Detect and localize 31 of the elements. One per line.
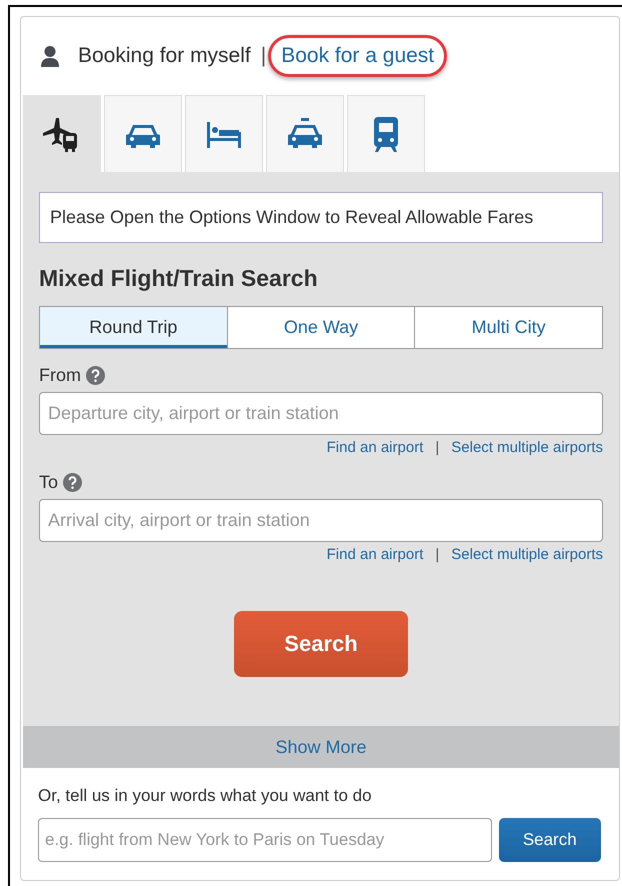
link[interactable]: Find an airport <box>326 546 424 563</box>
category-tab[interactable] <box>23 95 101 172</box>
input-field[interactable]: Departure city, airport or train station <box>39 392 603 435</box>
search-button[interactable]: Search <box>234 611 408 677</box>
input-field[interactable]: Arrival city, airport or train station <box>39 499 603 542</box>
help-icon[interactable] <box>86 366 105 384</box>
trip-type-tab[interactable]: Round Trip <box>40 307 227 348</box>
category-tab[interactable] <box>347 95 425 172</box>
field-label: To <box>39 472 58 492</box>
notice-field[interactable]: Please Open the Options Window to Reveal Allowable Fares <box>39 192 603 243</box>
search-title: Mixed Flight/Train Search <box>39 265 319 292</box>
booking-label: Booking for myself <box>78 44 251 68</box>
help-icon[interactable] <box>63 472 82 492</box>
field-label: From <box>39 364 81 386</box>
search-button[interactable]: Search <box>498 818 601 862</box>
show-more-bar[interactable]: Show More <box>23 726 619 768</box>
separator: | <box>260 44 266 68</box>
input-field[interactable]: e.g. flight from New York to Paris on Tuesday <box>38 818 492 862</box>
prompt-text: Or, tell us in your words what you want to do <box>38 786 373 806</box>
person-icon <box>40 45 60 67</box>
link[interactable]: Find an airport <box>326 439 424 456</box>
link[interactable]: Select multiple airports <box>451 439 603 456</box>
trip-type-tab[interactable]: Multi City <box>414 307 602 348</box>
category-tab[interactable] <box>185 95 263 172</box>
trip-type-tab[interactable]: One Way <box>226 307 414 348</box>
separator: | <box>435 546 440 563</box>
category-tab[interactable] <box>266 95 344 172</box>
link[interactable]: Select multiple airports <box>451 546 603 563</box>
separator: | <box>435 439 440 456</box>
category-tab[interactable] <box>104 95 182 172</box>
guest-link[interactable]: Book for a guest <box>268 35 448 77</box>
